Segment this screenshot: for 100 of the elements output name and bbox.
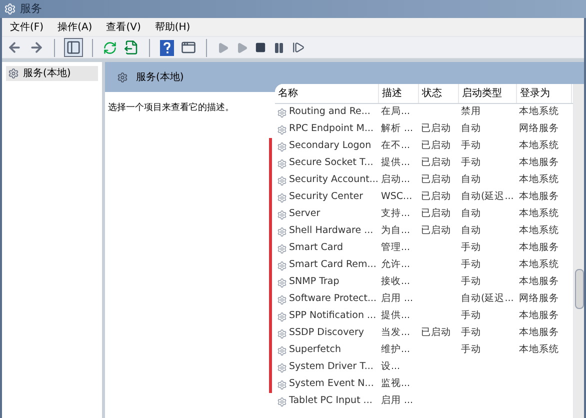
gear-icon [8,68,19,79]
description-text: 选择一个项目来查看它的描述。 [108,103,234,113]
export-button[interactable] [123,39,140,56]
table-cell-text: SSDP Discovery [289,326,364,340]
table-cell-text: 已启动 [421,207,451,222]
table-cell-text: System Event N... [289,377,374,392]
column-header[interactable]: 状态 [419,84,459,103]
table-cell-text: 已启动 [421,173,451,188]
gear-icon [277,192,287,202]
table-cell-text: 解析 ... [381,122,414,136]
gear-icon [277,312,287,322]
table-cell-text: 设... [381,360,400,374]
help-icon [160,40,174,56]
column-header[interactable]: 描述 [379,84,419,103]
refresh-icon [103,40,117,54]
table-cell-text: 当发... [381,326,410,340]
resume-icon [292,41,305,54]
column-header[interactable]: 登录为 [517,84,572,103]
table-cell-text: SNMP Trap [289,275,340,290]
table-cell-text: 网络服务 [519,292,559,306]
table-cell-text: 自动 [461,207,481,222]
gear-icon [277,294,287,304]
column-header[interactable]: 名称 [275,84,379,103]
table-cell-text: 提供... [381,309,410,324]
menu-item[interactable]: 操作(A) [58,20,92,34]
resume-button[interactable] [291,40,306,55]
gear-icon [277,244,287,254]
table-cell-text: Smart Card [289,241,343,256]
table-cell-text: 启用 ... [381,292,414,306]
table-cell-text: 本地服务 [519,309,559,324]
table-cell-text: Superfetch [289,343,341,358]
gear-icon [277,108,287,118]
table-cell-text: RPC Endpoint M... [289,122,374,136]
table-cell-text: 已启动 [421,122,451,136]
table-cell-text: 启动... [381,173,410,188]
play-icon [236,42,248,54]
arrow-right-icon [29,40,44,55]
table-cell-text: WSC... [381,190,412,204]
table-cell-text: 本地系统 [519,139,559,154]
table-cell-text: 本地系统 [519,343,559,358]
gear-icon [277,396,287,406]
gear-icon [277,210,287,220]
table-cell-text: 手动 [461,241,481,256]
table-cell-text: 已启动 [421,190,451,204]
gear-icon [277,362,287,372]
gear-icon [277,260,287,270]
table-cell-text: 允许... [381,258,410,272]
table-cell-text: 手动 [461,326,481,340]
export-icon [124,40,139,55]
table-cell-text: 本地服务 [519,241,559,256]
table-cell-text: 已启动 [421,224,451,238]
table-cell-text: 维护... [381,343,410,358]
table-cell-text: Shell Hardware ... [289,224,374,238]
table-cell-text: 手动 [461,343,481,358]
window-icon [181,40,196,55]
table-cell-text: 监视... [381,377,410,392]
table-cell-text: 本地系统 [519,105,559,120]
stop-button[interactable] [254,41,267,54]
gear-icon [277,176,287,186]
table-cell-text: 禁用 [461,105,481,120]
table-cell-text: 管理... [381,241,410,256]
help-button[interactable] [159,38,175,56]
window-title: 服务 [20,0,42,17]
table-cell-text: Server [289,207,320,222]
panel-title: 服务(本地) [136,70,184,84]
table-cell-text: 已启动 [421,139,451,154]
table-cell-text: 自动(延迟... [461,292,514,306]
table-cell-text: 自动 [461,173,481,188]
panel-icon [66,40,81,55]
table-cell-text: 本地系统 [519,173,559,188]
refresh-button[interactable] [102,40,118,56]
menu-item[interactable]: 查看(V) [106,20,141,34]
scrollbar[interactable] [573,84,584,418]
table-cell-text: Software Protect... [289,292,377,306]
table-cell-text: Security Center [289,190,364,204]
table-cell-text: Tablet PC Input ... [289,394,372,408]
gear-icon [277,380,287,390]
table-cell-text: 网络服务 [519,122,559,136]
table-cell-text: 在不... [381,139,410,154]
table-cell-text: 手动 [461,309,481,324]
table-cell-text: 本地服务 [519,326,559,340]
gear-icon [277,328,287,338]
column-header[interactable]: 启动类型 [459,84,517,103]
pause-icon [273,42,285,54]
play-icon [217,42,229,54]
scrollbar-thumb[interactable] [574,269,584,309]
table-cell-text: 本地服务 [519,275,559,290]
table-cell-text: Secure Socket T... [289,156,374,170]
menu-item[interactable]: 文件(F) [10,20,44,34]
pause-button[interactable] [272,40,286,54]
console-tree-button[interactable] [64,38,83,57]
table-cell-text: 本地服务 [519,156,559,170]
gear-icon [277,346,287,356]
gear-icon [4,3,16,15]
table-cell-text: Secondary Logon [289,139,372,154]
menu-item[interactable]: 帮助(H) [154,20,190,34]
table-cell-text: 为自... [381,224,410,238]
table-cell-text: 本地系统 [519,224,559,238]
properties-button[interactable] [180,39,197,56]
tree-item[interactable]: 服务(本地) [6,66,98,81]
